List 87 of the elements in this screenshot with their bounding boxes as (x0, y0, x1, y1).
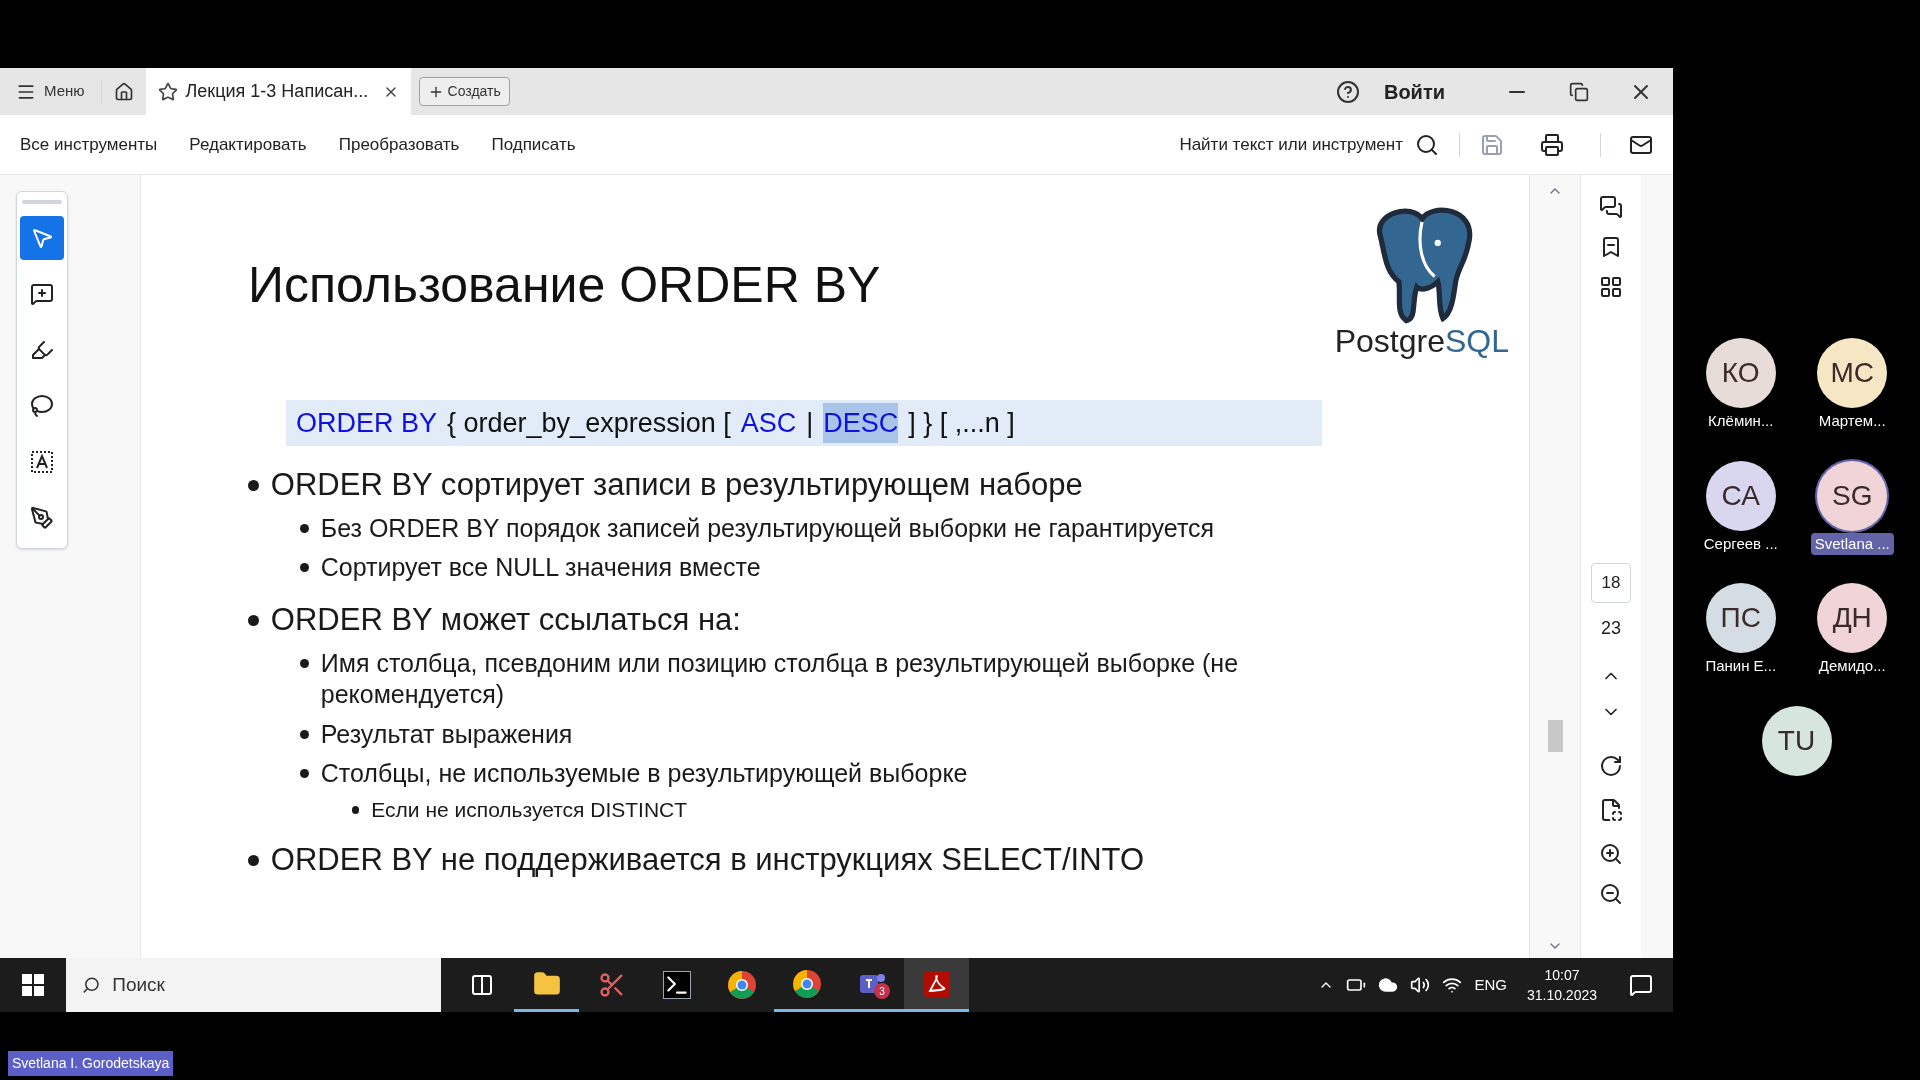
task-view-icon (469, 973, 494, 997)
language-indicator[interactable]: ENG (1474, 973, 1507, 997)
avatar-initials: ДН (1832, 601, 1872, 635)
zoom-in-icon[interactable] (1599, 842, 1623, 866)
cloud-icon[interactable] (1378, 975, 1399, 995)
search-icon (82, 975, 101, 995)
toolbar-menu-item[interactable]: Все инструменты (20, 131, 158, 158)
bullet-text: Имя столбца, псевдоним или позицию столбца в результирующей выборке (не рекомендуется) (320, 648, 1240, 711)
highlight-icon (30, 338, 54, 362)
bullet-icon (248, 479, 259, 491)
bullet-text: Без ORDER BY порядок записей результирующей выборки не гарантируется (320, 512, 1215, 544)
menu-button[interactable]: Меню (0, 68, 101, 115)
home-icon[interactable] (113, 81, 134, 102)
bullet-icon (300, 563, 309, 572)
toolbar-menu-item[interactable]: Преобразовать (338, 131, 460, 158)
rotate-icon[interactable] (1599, 754, 1623, 778)
volume-icon[interactable] (1410, 975, 1431, 995)
comments-icon[interactable] (1599, 195, 1623, 219)
find-tool-label[interactable]: Найти текст или инструмент (1179, 131, 1403, 158)
clock-date: 31.10.2023 (1526, 986, 1597, 1005)
syntax-token: { order_by_expression [ (447, 406, 731, 440)
syntax-token: | (806, 406, 814, 440)
page-count: 23 (1601, 617, 1621, 640)
browser-icon (726, 970, 757, 1000)
bullet-text: ORDER BY сортирует записи в результирующем наборе (270, 466, 1083, 504)
participant-name: Svetlana ... (1810, 532, 1894, 555)
taskbar-app-button[interactable] (904, 958, 969, 1012)
avatar-initials: ПС (1720, 601, 1761, 635)
logo-text-accent: SQL (1444, 323, 1509, 359)
toolbar-menu-item[interactable]: Подписать (491, 131, 576, 158)
avatar-initials: СА (1721, 478, 1760, 513)
avatar-initials: КО (1721, 356, 1760, 390)
bullet-icon (352, 806, 360, 814)
logo-text: Postgre (1334, 323, 1445, 359)
bullet-icon (248, 855, 259, 867)
bullet-text: Столбцы, не используемые в результирующей выборке (320, 757, 968, 789)
windows-logo-icon[interactable] (22, 974, 44, 996)
thumbnails-icon[interactable] (1599, 275, 1623, 299)
search-input[interactable]: Поиск (112, 970, 425, 1000)
bullet-text: Результат выражения (320, 718, 573, 750)
taskbar-search-field[interactable]: Поиск (66, 958, 441, 1012)
bullet-icon (300, 524, 309, 533)
bullet-icon (248, 615, 259, 627)
text-box-icon (30, 450, 54, 474)
terminal-icon (662, 971, 691, 999)
syntax-token: DESC (823, 402, 899, 444)
page-number-field[interactable]: 18 (1591, 563, 1631, 603)
zoom-out-icon[interactable] (1599, 882, 1623, 906)
notifications-icon[interactable] (1629, 973, 1653, 997)
document-tab[interactable]: Лекция 1-3 Написан... (145, 68, 411, 115)
create-button[interactable]: Создать (418, 77, 510, 106)
clock-time: 10:07 (1544, 966, 1580, 985)
bullet-text: Если не используется DISTINCT (371, 797, 688, 823)
bullet-icon (300, 659, 309, 668)
syntax-token: ASC (740, 406, 797, 440)
scroll-thumb[interactable] (1548, 720, 1563, 752)
toolbar-menu-item[interactable]: Редактировать (189, 131, 307, 158)
select-icon (30, 226, 54, 250)
comment-icon (30, 282, 54, 306)
sign-in-button[interactable]: Войти (1383, 76, 1445, 107)
bullet-text: ORDER BY может ссылаться на: (270, 601, 741, 640)
slide-title: Использование ORDER BY (248, 260, 882, 310)
draw-icon (30, 394, 54, 418)
browser-icon (791, 968, 822, 999)
print-icon[interactable] (1540, 132, 1564, 157)
restore-icon[interactable] (1569, 81, 1589, 102)
bullet-icon (300, 729, 309, 739)
search-icon[interactable] (1415, 132, 1439, 157)
folder-icon (532, 969, 561, 998)
avatar-initials: TU (1777, 723, 1816, 758)
document-fit-icon[interactable] (1599, 798, 1623, 822)
bullet-icon (300, 769, 309, 778)
tab-title: Лекция 1-3 Написан... (185, 80, 369, 103)
presenter-name-label: Svetlana I. Gorodetskaya (8, 1051, 174, 1076)
avatar-initials: МС (1830, 356, 1874, 390)
bullet-text: Сортирует все NULL значения вместе (320, 552, 761, 583)
syntax-token: ORDER BY (296, 406, 438, 440)
wifi-icon[interactable] (1442, 975, 1463, 995)
syntax-token: ] } [ ,...n ] (908, 406, 1015, 440)
avatar-initials: SG (1832, 478, 1873, 513)
help-icon[interactable] (1335, 79, 1360, 104)
bullet-text: ORDER BY не поддерживается в инструкциях SELECT/INTO (270, 841, 1144, 880)
sign-icon (30, 506, 54, 530)
notification-badge: 3 (874, 983, 890, 999)
star-icon (157, 81, 178, 102)
pdf-app-icon (921, 968, 952, 999)
save-icon[interactable] (1480, 132, 1504, 157)
